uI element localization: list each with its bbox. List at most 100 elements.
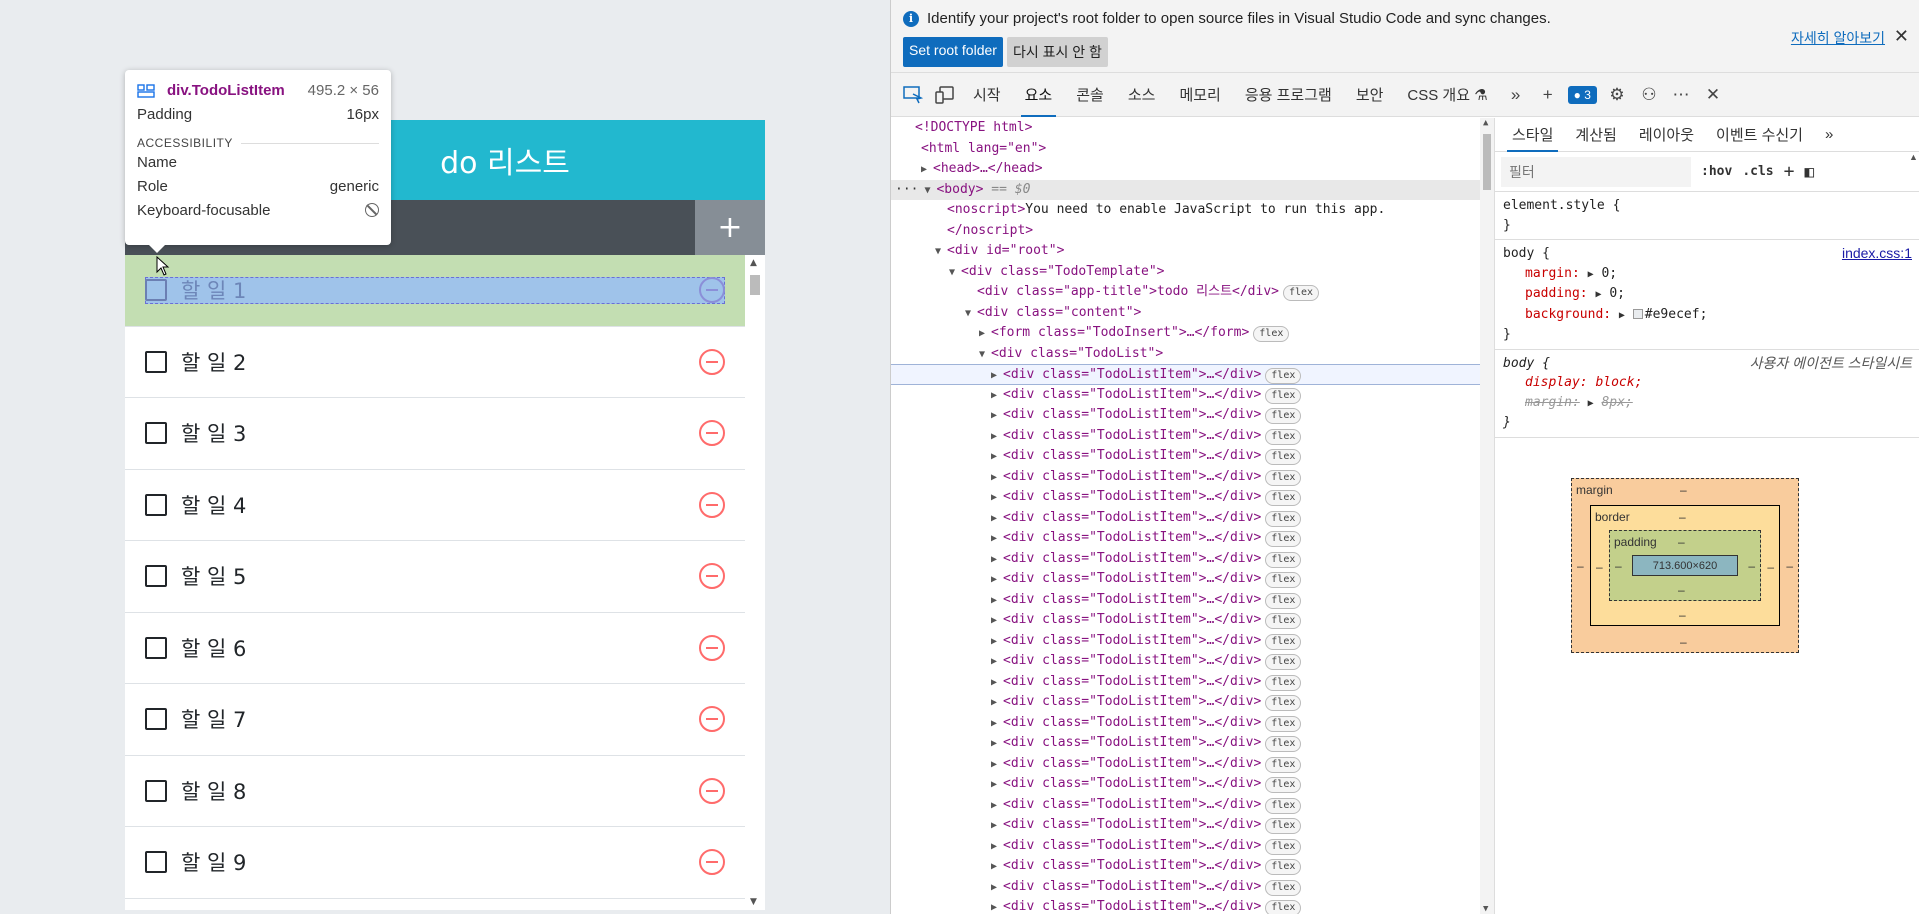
- dom-todo-list-item[interactable]: ▶ <div class="TodoListItem">…</div> flex: [891, 713, 1494, 734]
- styles-filter-input[interactable]: [1501, 156, 1691, 187]
- flex-badge[interactable]: flex: [1265, 859, 1302, 875]
- dom-todo-list-item[interactable]: ▶ <div class="TodoListItem">…</div> flex: [891, 549, 1494, 570]
- flex-badge[interactable]: flex: [1265, 674, 1302, 691]
- dom-todo-list-item[interactable]: ▶ <div class="TodoListItem">…</div> flex: [891, 856, 1494, 877]
- scroll-thumb[interactable]: [1483, 134, 1491, 190]
- flex-badge[interactable]: flex: [1265, 490, 1302, 506]
- dom-root[interactable]: ▼ <div id="root">: [891, 241, 1494, 262]
- expand-arrow-icon[interactable]: ▶: [921, 160, 933, 181]
- todo-list-item[interactable]: 할 일 9: [125, 827, 745, 899]
- expand-arrow-icon[interactable]: ▶: [1588, 398, 1594, 409]
- remove-icon[interactable]: [699, 491, 725, 518]
- body-rule[interactable]: index.css:1 body { margin: ▶ 0; padding:…: [1495, 240, 1919, 350]
- checkbox-icon[interactable]: [145, 779, 167, 802]
- flex-badge[interactable]: flex: [1265, 654, 1302, 670]
- close-icon[interactable]: ✕: [1894, 26, 1909, 47]
- close-devtools-icon[interactable]: ✕: [1697, 79, 1729, 111]
- expand-arrow-icon[interactable]: ▶: [991, 447, 1003, 468]
- dom-app-title[interactable]: <div class="app-title">todo 리스트</div> fle…: [891, 282, 1494, 303]
- margin-value[interactable]: 0;: [1601, 266, 1617, 281]
- tab-console[interactable]: 콘솔: [1064, 73, 1116, 117]
- flex-badge[interactable]: flex: [1265, 756, 1302, 773]
- todo-list-item[interactable]: 할 일 5: [125, 541, 745, 613]
- expand-arrow-icon[interactable]: ▶: [991, 509, 1003, 530]
- dom-todo-list-item[interactable]: ▶ <div class="TodoListItem">…</div> flex: [891, 528, 1494, 549]
- learn-more-link[interactable]: 자세히 알아보기: [1791, 28, 1885, 48]
- padding-property[interactable]: padding:: [1503, 286, 1588, 301]
- list-scrollbar[interactable]: ▲ ▼: [745, 255, 765, 910]
- dom-todo-list-item[interactable]: ▶ <div class="TodoListItem">…</div> flex: [891, 508, 1494, 529]
- expand-arrow-icon[interactable]: ▶: [991, 570, 1003, 591]
- margin-property[interactable]: margin:: [1503, 266, 1580, 281]
- checkbox-icon[interactable]: [145, 708, 167, 731]
- dom-content[interactable]: ▼ <div class="content">: [891, 303, 1494, 324]
- scroll-down-icon[interactable]: ▼: [1483, 904, 1488, 914]
- checkbox-icon[interactable]: [145, 422, 167, 445]
- expand-arrow-icon[interactable]: ▶: [991, 755, 1003, 776]
- dom-noscript-close[interactable]: </noscript>: [891, 221, 1494, 242]
- dom-todo-template[interactable]: ▼ <div class="TodoTemplate">: [891, 262, 1494, 283]
- dom-todo-list-item[interactable]: ▶ <div class="TodoListItem">…</div> flex: [891, 651, 1494, 672]
- expand-arrow-icon[interactable]: ▶: [991, 734, 1003, 755]
- background-property[interactable]: background:: [1503, 307, 1611, 322]
- margin-property-overridden[interactable]: margin:: [1503, 395, 1580, 410]
- tab-elements[interactable]: 요소: [1013, 73, 1065, 117]
- expand-arrow-icon[interactable]: ▶: [991, 529, 1003, 550]
- dom-todo-list-item[interactable]: ▶ <div class="TodoListItem">…</div> flex: [891, 754, 1494, 775]
- remove-icon[interactable]: [699, 634, 725, 661]
- flex-badge[interactable]: flex: [1265, 633, 1302, 650]
- expand-arrow-icon[interactable]: ▶: [991, 591, 1003, 612]
- tab-sources[interactable]: 소스: [1116, 73, 1168, 117]
- feedback-icon[interactable]: ⚇: [1633, 79, 1665, 111]
- dom-todo-list-item[interactable]: ▶ <div class="TodoListItem">…</div> flex: [891, 672, 1494, 693]
- dom-todo-list-item[interactable]: ▶ <div class="TodoListItem">…</div> flex: [891, 385, 1494, 406]
- issues-badge[interactable]: ● 3: [1567, 85, 1597, 104]
- todo-list-item[interactable]: 할 일 3: [125, 398, 745, 470]
- expand-arrow-icon[interactable]: ▶: [991, 673, 1003, 694]
- checkbox-icon[interactable]: [145, 350, 167, 373]
- expand-arrow-icon[interactable]: ▶: [991, 406, 1003, 427]
- hov-toggle[interactable]: :hov: [1701, 164, 1732, 179]
- expand-arrow-icon[interactable]: ▶: [991, 488, 1003, 509]
- dom-todo-list-item[interactable]: ▶ <div class="TodoListItem">…</div> flex: [891, 692, 1494, 713]
- tab-layout[interactable]: 레이아웃: [1628, 118, 1705, 152]
- todo-list-item[interactable]: 할 일 4: [125, 469, 745, 541]
- remove-icon[interactable]: [699, 348, 725, 375]
- tab-memory[interactable]: 메모리: [1167, 73, 1232, 117]
- dom-todo-list[interactable]: ▼ <div class="TodoList">: [891, 344, 1494, 365]
- todo-list-item[interactable]: 할 일 8: [125, 755, 745, 827]
- box-model-padding[interactable]: padding – – – – 713.600×620: [1609, 530, 1761, 601]
- tab-security[interactable]: 보안: [1344, 73, 1396, 117]
- expand-arrow-icon[interactable]: ▶: [991, 714, 1003, 735]
- scroll-up-icon[interactable]: ▲: [1483, 118, 1488, 128]
- expand-arrow-icon[interactable]: ▶: [1619, 310, 1625, 321]
- checkbox-icon[interactable]: [145, 279, 167, 302]
- flex-badge[interactable]: flex: [1265, 879, 1302, 896]
- user-agent-rule[interactable]: 사용자 에이전트 스타일시트 body { display: block; ma…: [1495, 350, 1919, 438]
- checkbox-icon[interactable]: [145, 565, 167, 588]
- expand-arrow-icon[interactable]: ▶: [991, 427, 1003, 448]
- scroll-thumb[interactable]: [750, 275, 760, 295]
- dom-todo-list-item[interactable]: ▶ <div class="TodoListItem">…</div> flex: [891, 836, 1494, 857]
- expand-arrow-icon[interactable]: ▶: [991, 816, 1003, 837]
- set-root-folder-button[interactable]: Set root folder: [903, 37, 1003, 67]
- remove-icon[interactable]: [699, 849, 725, 876]
- flex-badge[interactable]: flex: [1265, 408, 1302, 424]
- add-tab-icon[interactable]: +: [1532, 79, 1564, 111]
- collapse-arrow-icon[interactable]: ▼: [924, 181, 936, 202]
- dom-html[interactable]: <html lang="en">: [891, 139, 1494, 160]
- dom-todo-list-item[interactable]: ▶ <div class="TodoListItem">…</div> flex: [891, 733, 1494, 754]
- inspect-element-icon[interactable]: [897, 79, 929, 111]
- add-todo-button[interactable]: +: [695, 200, 765, 255]
- collapse-arrow-icon[interactable]: ▼: [979, 345, 991, 366]
- tab-css-overview[interactable]: CSS 개요 ⚗: [1395, 73, 1499, 117]
- expand-arrow-icon[interactable]: ▶: [991, 386, 1003, 407]
- dom-todo-list-item[interactable]: ▶ <div class="TodoListItem">…</div> flex: [891, 426, 1494, 447]
- todo-list-item[interactable]: 할 일 6: [125, 612, 745, 684]
- dont-show-again-button[interactable]: 다시 표시 안 함: [1006, 37, 1108, 67]
- remove-icon[interactable]: [699, 706, 725, 733]
- scroll-up-icon[interactable]: ▲: [750, 258, 757, 268]
- cls-toggle[interactable]: .cls: [1742, 164, 1773, 179]
- device-emulation-icon[interactable]: [929, 79, 961, 111]
- expand-arrow-icon[interactable]: ▶: [1595, 289, 1601, 300]
